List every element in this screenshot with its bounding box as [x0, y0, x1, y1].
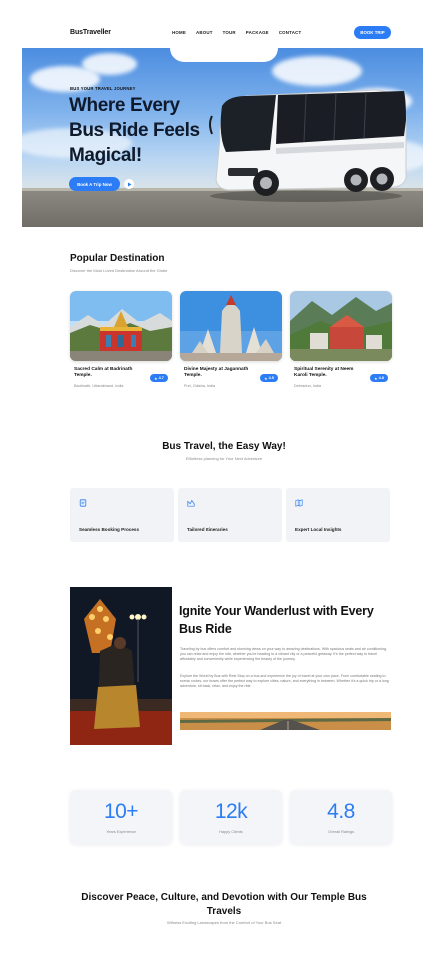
stat-label: Happy Clients: [219, 830, 243, 834]
nav-link-about[interactable]: ABOUT: [196, 30, 213, 35]
feature-label: Expert Local Insights: [295, 527, 342, 532]
destination-title: Spiritual Serenity at Neem Karoli Temple…: [294, 367, 354, 378]
nav-link-package[interactable]: PACKAGE: [246, 30, 269, 35]
star-icon: ★: [264, 376, 268, 381]
star-icon: ★: [374, 376, 378, 381]
aarti-photo: [70, 587, 172, 745]
rating-badge: ★ 4.8: [370, 374, 388, 382]
feature-card: Tailored Itineraries: [178, 488, 282, 542]
hero-notch: [170, 48, 278, 62]
feature-card: Expert Local Insights: [286, 488, 390, 542]
nav-link-tour[interactable]: TOUR: [223, 30, 236, 35]
feature-card: Seamless Booking Process: [70, 488, 174, 542]
star-icon: ★: [154, 376, 158, 381]
easy-title: Bus Travel, the Easy Way!: [162, 441, 286, 452]
stat-value: 4.8: [327, 800, 355, 823]
stat-card: 10+ Years Experience: [70, 790, 172, 844]
wanderlust-paragraph: Explore the World by Bus with Rest Stop …: [180, 674, 389, 689]
stat-label: Years Experience: [106, 830, 136, 834]
stat-card: 12k Happy Clients: [180, 790, 282, 844]
feature-label: Seamless Booking Process: [79, 527, 140, 532]
rating-value: 4.5: [268, 376, 274, 380]
discover-title: Discover Peace, Culture, and Devotion wi…: [81, 892, 367, 917]
book-trip-button[interactable]: BOOK TRIP: [354, 26, 391, 39]
rating-badge: ★ 4.5: [260, 374, 278, 382]
badrinath-image: [70, 291, 172, 361]
booking-icon: [79, 499, 87, 507]
rating-value: 4.8: [378, 376, 384, 380]
itinerary-icon: [187, 499, 195, 507]
book-trip-cta[interactable]: Book A Trip Now: [69, 177, 120, 191]
jagannath-image: [180, 291, 282, 361]
bus-image: [209, 89, 407, 202]
cloud: [272, 56, 362, 86]
stat-value: 12k: [214, 800, 248, 823]
top-nav: BusTraveller HOME ABOUT TOUR PACKAGE CON…: [0, 18, 448, 48]
destination-card[interactable]: Spiritual Serenity at Neem Karoli Temple…: [290, 291, 392, 396]
play-icon[interactable]: [124, 179, 134, 189]
popular-title: Popular Destination: [70, 253, 165, 264]
rating-value: 4.7: [158, 376, 164, 380]
highway-image: [180, 712, 391, 730]
destination-card[interactable]: Divine Majesty at Jagannath Temple. Puri…: [180, 291, 282, 396]
nav-menu: HOME ABOUT TOUR PACKAGE CONTACT: [172, 30, 301, 35]
destination-location: Badrinath, Uttarakhand, India: [74, 384, 124, 388]
wanderlust-paragraph: Traveling by bus offers comfort and stun…: [180, 647, 387, 662]
cloud: [82, 53, 137, 75]
destination-title: Sacred Calm at Badrinath Temple.: [74, 367, 133, 378]
hero-eyebrow: BUS YOUR TRAVEL JOURNEY: [70, 86, 136, 91]
destination-location: Dehradun, India: [294, 384, 322, 388]
easy-subtitle: Effortless planning for Your Next Advent…: [185, 456, 263, 461]
hero-title: Where Every Bus Ride Feels Magical!: [69, 95, 200, 166]
discover-subtitle: Witness Exciting Landscapes from the Com…: [166, 920, 282, 925]
nav-link-home[interactable]: HOME: [172, 30, 186, 35]
map-icon: [295, 499, 303, 507]
brand-logo[interactable]: BusTraveller: [70, 29, 111, 36]
neem-karoli-image: [290, 291, 392, 361]
stat-value: 10+: [103, 800, 139, 823]
destination-title: Divine Majesty at Jagannath Temple.: [184, 367, 249, 378]
nav-link-contact[interactable]: CONTACT: [279, 30, 302, 35]
hero-banner: BUS YOUR TRAVEL JOURNEY Where Every Bus …: [22, 48, 423, 227]
stat-card: 4.8 Overall Ratings: [290, 790, 392, 844]
feature-label: Tailored Itineraries: [187, 527, 228, 532]
wanderlust-title: Ignite Your Wanderlust with Every Bus Ri…: [179, 604, 374, 636]
stat-label: Overall Ratings: [328, 830, 354, 834]
destination-card[interactable]: Sacred Calm at Badrinath Temple. Badrina…: [70, 291, 172, 396]
rating-badge: ★ 4.7: [150, 374, 168, 382]
destination-location: Puri, Odisha, India: [184, 384, 216, 388]
popular-subtitle: Discover the Most Loved Destination Arou…: [70, 268, 168, 273]
